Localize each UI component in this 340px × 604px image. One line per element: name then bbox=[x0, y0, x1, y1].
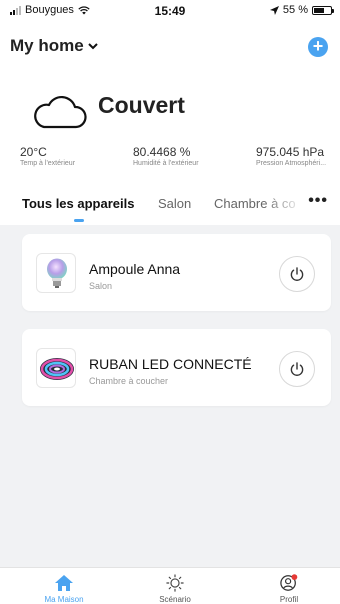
device-room: Salon bbox=[89, 281, 113, 291]
home-icon bbox=[55, 575, 73, 591]
temperature-label: Temp à l'extérieur bbox=[20, 160, 76, 167]
tab-all-devices[interactable]: Tous les appareils bbox=[22, 196, 134, 211]
home-name: My home bbox=[10, 36, 84, 55]
temperature-value: 20°C bbox=[20, 145, 47, 159]
device-name: Ampoule Anna bbox=[89, 261, 181, 277]
battery-percent: 55 % bbox=[282, 4, 308, 16]
sun-icon bbox=[166, 574, 184, 592]
temperature-stat: 20°C Temp à l'extérieur bbox=[20, 145, 75, 167]
weather-condition: Couvert bbox=[98, 92, 185, 118]
nav-scenario[interactable]: Scénario bbox=[135, 574, 215, 604]
pressure-value: 975.045 hPa bbox=[256, 145, 325, 159]
power-icon bbox=[290, 362, 304, 376]
device-card-ruban-led[interactable]: RUBAN LED CONNECTÉ Chambre à coucher bbox=[22, 329, 331, 406]
more-tabs-button[interactable]: ••• bbox=[308, 192, 328, 210]
nav-label: Ma Maison bbox=[44, 595, 84, 604]
led-strip-icon bbox=[36, 348, 76, 388]
power-icon bbox=[290, 267, 304, 281]
add-device-button[interactable]: + bbox=[308, 37, 328, 57]
profile-icon bbox=[280, 574, 298, 591]
nav-ma-maison[interactable]: Ma Maison bbox=[24, 574, 104, 604]
active-tab-indicator bbox=[74, 219, 84, 222]
device-room: Chambre à coucher bbox=[89, 376, 169, 386]
tab-fade bbox=[264, 190, 304, 220]
room-tabs: Tous les appareils Salon Chambre à co ••… bbox=[0, 190, 340, 224]
pressure-stat: 975.045 hPa Pression Atmosphéri... bbox=[256, 145, 326, 167]
humidity-label: Humidité à l'extérieur bbox=[133, 160, 199, 167]
cloud-icon bbox=[34, 95, 87, 129]
battery-icon bbox=[312, 5, 334, 15]
plus-icon: + bbox=[312, 36, 324, 56]
tab-salon[interactable]: Salon bbox=[158, 196, 191, 211]
location-arrow-icon bbox=[269, 5, 279, 15]
status-bar: Bouygues 15:49 55 % bbox=[0, 0, 340, 20]
humidity-stat: 80.4468 % Humidité à l'extérieur bbox=[133, 145, 199, 167]
device-name: RUBAN LED CONNECTÉ bbox=[89, 356, 252, 372]
humidity-value: 80.4468 % bbox=[133, 145, 191, 159]
nav-profil[interactable]: Profil bbox=[249, 574, 329, 604]
chevron-down-icon bbox=[87, 42, 98, 49]
notification-dot bbox=[291, 574, 298, 581]
pressure-label: Pression Atmosphéri... bbox=[256, 160, 327, 167]
power-button[interactable] bbox=[279, 256, 315, 292]
bulb-icon bbox=[36, 253, 76, 293]
device-card-ampoule[interactable]: Ampoule Anna Salon bbox=[22, 234, 331, 311]
header-area: Bouygues 15:49 55 % My home + Couvert 20… bbox=[0, 0, 340, 225]
power-button[interactable] bbox=[279, 351, 315, 387]
nav-label: Profil bbox=[279, 595, 299, 604]
nav-label: Scénario bbox=[159, 595, 191, 604]
bottom-tab-bar: Ma Maison Scénario Profil bbox=[0, 567, 340, 604]
home-selector[interactable]: My home bbox=[10, 36, 98, 56]
